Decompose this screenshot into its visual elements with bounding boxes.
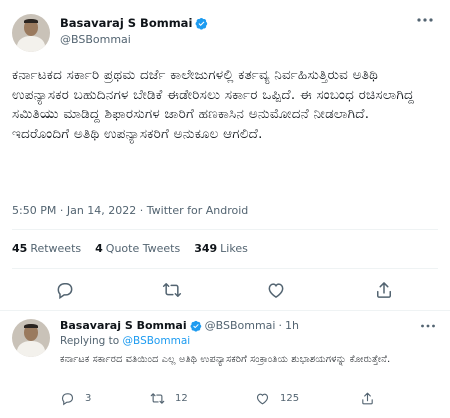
author-avatar[interactable] <box>12 14 50 52</box>
tweet-stats: 45 Retweets 4 Quote Tweets 349 Likes <box>12 242 248 255</box>
share-icon[interactable] <box>374 280 394 300</box>
divider <box>12 268 438 269</box>
main-tweet: Basavaraj S Bommai @BSBommai ಕರ್ನಾಟಕದ ಸರ… <box>0 0 450 310</box>
replying-to: Replying to @BSBommai <box>60 335 190 347</box>
retweet-count: 12 <box>175 393 188 404</box>
reply-actions: 3 12 125 <box>0 391 450 409</box>
reply-button[interactable]: 3 <box>60 391 91 406</box>
reply-icon <box>61 393 74 406</box>
tweet-date[interactable]: Jan 14, 2022 <box>67 204 136 217</box>
meta-separator: · <box>139 204 144 217</box>
reply-tweet[interactable]: Basavaraj S Bommai @BSBommai · 1h Replyi… <box>0 311 450 418</box>
meta-separator: · <box>278 319 282 332</box>
reply-header: Basavaraj S Bommai @BSBommai · 1h <box>60 319 299 332</box>
like-button[interactable]: 125 <box>255 391 299 406</box>
verified-badge-icon <box>195 17 208 30</box>
reply-age[interactable]: 1h <box>285 319 299 332</box>
more-icon[interactable] <box>416 16 434 24</box>
divider <box>12 229 438 230</box>
tweet-actions <box>0 280 450 302</box>
reply-author-handle[interactable]: @BSBommai <box>205 319 276 332</box>
share-icon <box>362 392 373 405</box>
meta-separator: · <box>59 204 64 217</box>
retweet-icon[interactable] <box>162 280 182 300</box>
retweet-icon <box>150 393 165 404</box>
reply-text: ಕರ್ನಾಟಕ ಸರ್ಕಾರದ ವತಿಯಿಂದ ಎಲ್ಲ ಅತಿಥಿ ಉಪನ್ಯ… <box>60 354 391 365</box>
like-count: 125 <box>280 393 300 404</box>
tweet-meta: 5:50 PM · Jan 14, 2022 · Twitter for And… <box>12 204 248 217</box>
tweet-text: ಕರ್ನಾಟಕದ ಸರ್ಕಾರಿ ಪ್ರಥಮ ದರ್ಜೆ ಕಾಲೇಜುಗಳಲ್ಲ… <box>12 68 415 142</box>
author-handle[interactable]: @BSBommai <box>60 33 208 46</box>
retweets-stat[interactable]: 45 Retweets <box>12 242 81 255</box>
author-info: Basavaraj S Bommai @BSBommai <box>60 16 208 46</box>
share-button[interactable] <box>360 391 375 406</box>
tweet-source[interactable]: Twitter for Android <box>147 204 249 217</box>
tweet-time[interactable]: 5:50 PM <box>12 204 56 217</box>
verified-badge-icon <box>190 320 201 332</box>
quote-tweets-stat[interactable]: 4 Quote Tweets <box>95 242 180 255</box>
reply-author-name[interactable]: Basavaraj S Bommai <box>60 319 187 332</box>
reply-icon[interactable] <box>55 280 75 300</box>
like-icon <box>256 393 269 405</box>
retweet-button[interactable]: 12 <box>150 391 188 406</box>
like-icon[interactable] <box>266 280 286 300</box>
likes-stat[interactable]: 349 Likes <box>194 242 248 255</box>
reply-count: 3 <box>85 393 92 404</box>
reply-author-avatar[interactable] <box>12 319 50 357</box>
author-name[interactable]: Basavaraj S Bommai <box>60 16 192 30</box>
replying-prefix: Replying to <box>60 335 120 347</box>
replying-to-link[interactable]: @BSBommai <box>123 335 191 347</box>
more-icon[interactable] <box>420 323 436 329</box>
